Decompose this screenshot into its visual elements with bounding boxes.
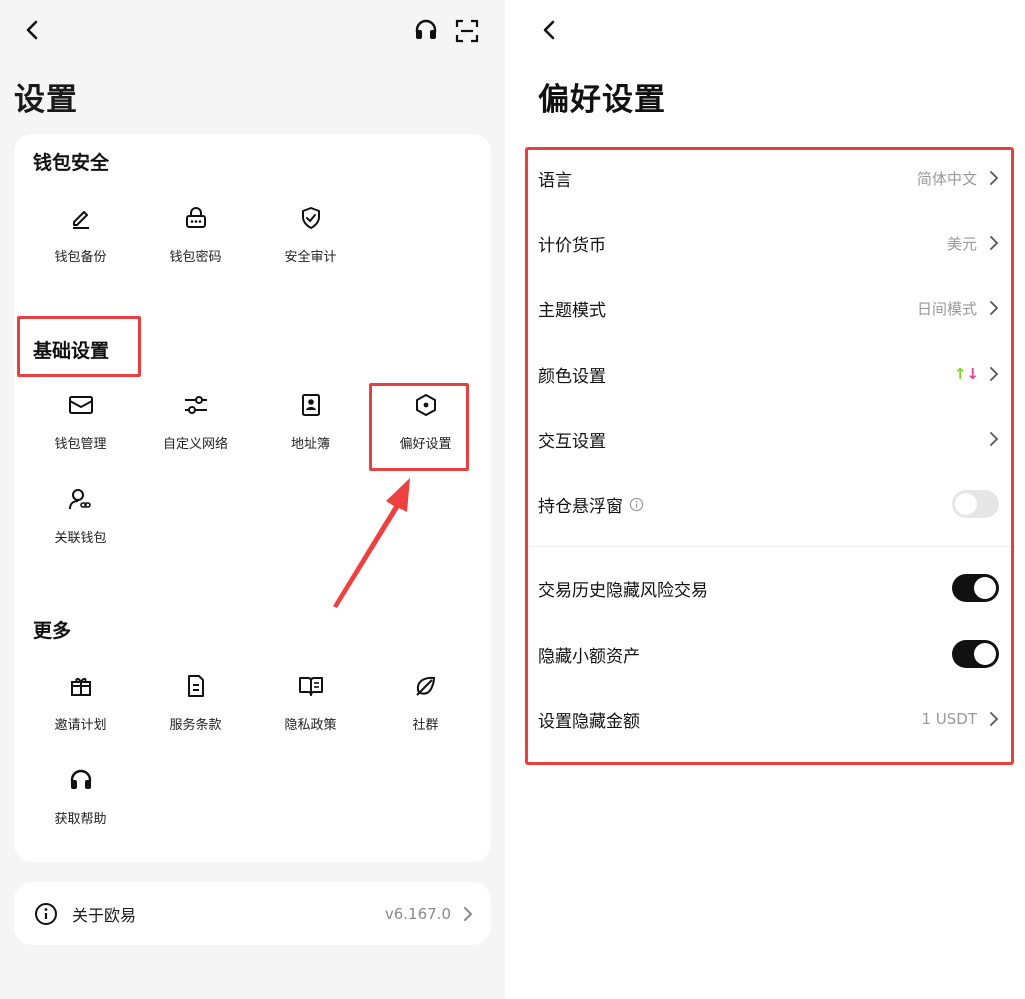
hide-risky-transactions-toggle[interactable] <box>952 574 999 602</box>
row-label: 持仓悬浮窗 <box>538 496 623 517</box>
chevron-right-icon <box>990 367 999 381</box>
row-label: 颜色设置 <box>538 366 606 387</box>
preferences-list: 语言 简体中文 计价货币 美元 主题模式 日间模式 颜色设置 ↑ ↓ 交互设置 … <box>525 147 1014 765</box>
settings-screen: 设置 钱包安全 钱包备份 钱包密码 安全审计 基础设置 钱包管理 自定义网络 地… <box>0 0 505 999</box>
row-label: 主题模式 <box>538 300 606 321</box>
info-icon[interactable] <box>629 497 644 512</box>
section-divider <box>528 546 1011 547</box>
floating-window-toggle[interactable] <box>952 490 999 518</box>
row-currency[interactable]: 计价货币 美元 <box>538 223 999 263</box>
chevron-left-icon <box>543 20 555 40</box>
row-label: 语言 <box>538 170 572 191</box>
row-language[interactable]: 语言 简体中文 <box>538 158 999 198</box>
row-theme-mode[interactable]: 主题模式 日间模式 <box>538 288 999 328</box>
row-label: 交易历史隐藏风险交易 <box>538 580 708 601</box>
back-button[interactable] <box>535 16 563 44</box>
toggle-knob <box>974 643 996 665</box>
row-value: 简体中文 <box>916 169 977 188</box>
row-label: 隐藏小额资产 <box>538 646 640 667</box>
chevron-right-icon <box>990 301 999 315</box>
hide-small-assets-toggle[interactable] <box>952 640 999 668</box>
chevron-right-icon <box>990 171 999 185</box>
chevron-right-icon <box>990 236 999 250</box>
chevron-right-icon <box>990 712 999 726</box>
annotation-arrow <box>333 478 410 608</box>
page-title: 偏好设置 <box>538 82 666 118</box>
row-interaction-settings[interactable]: 交互设置 <box>538 419 999 459</box>
row-label: 交互设置 <box>538 431 606 452</box>
chevron-right-icon <box>990 432 999 446</box>
row-hide-amount-threshold[interactable]: 设置隐藏金额 1 USDT <box>538 699 999 739</box>
toggle-knob <box>955 493 977 515</box>
row-color-settings[interactable]: 颜色设置 ↑ ↓ <box>538 354 999 394</box>
row-value: 1 USDT <box>921 710 977 728</box>
row-value: 美元 <box>946 234 977 253</box>
row-label: 计价货币 <box>538 235 606 256</box>
toggle-knob <box>974 577 996 599</box>
row-value: 日间模式 <box>916 299 977 318</box>
up-arrow-icon: ↑ <box>953 365 967 383</box>
preferences-screen: 偏好设置 语言 简体中文 计价货币 美元 主题模式 日间模式 颜色设置 ↑ ↓ … <box>505 0 1025 999</box>
color-indicator: ↑ ↓ <box>954 365 979 383</box>
row-label: 设置隐藏金额 <box>538 711 640 732</box>
row-hide-risky-transactions: 交易历史隐藏风险交易 <box>538 568 999 608</box>
row-position-floating-window: 持仓悬浮窗 <box>538 484 999 524</box>
down-arrow-icon: ↓ <box>966 365 979 383</box>
row-hide-small-assets: 隐藏小额资产 <box>538 634 999 674</box>
